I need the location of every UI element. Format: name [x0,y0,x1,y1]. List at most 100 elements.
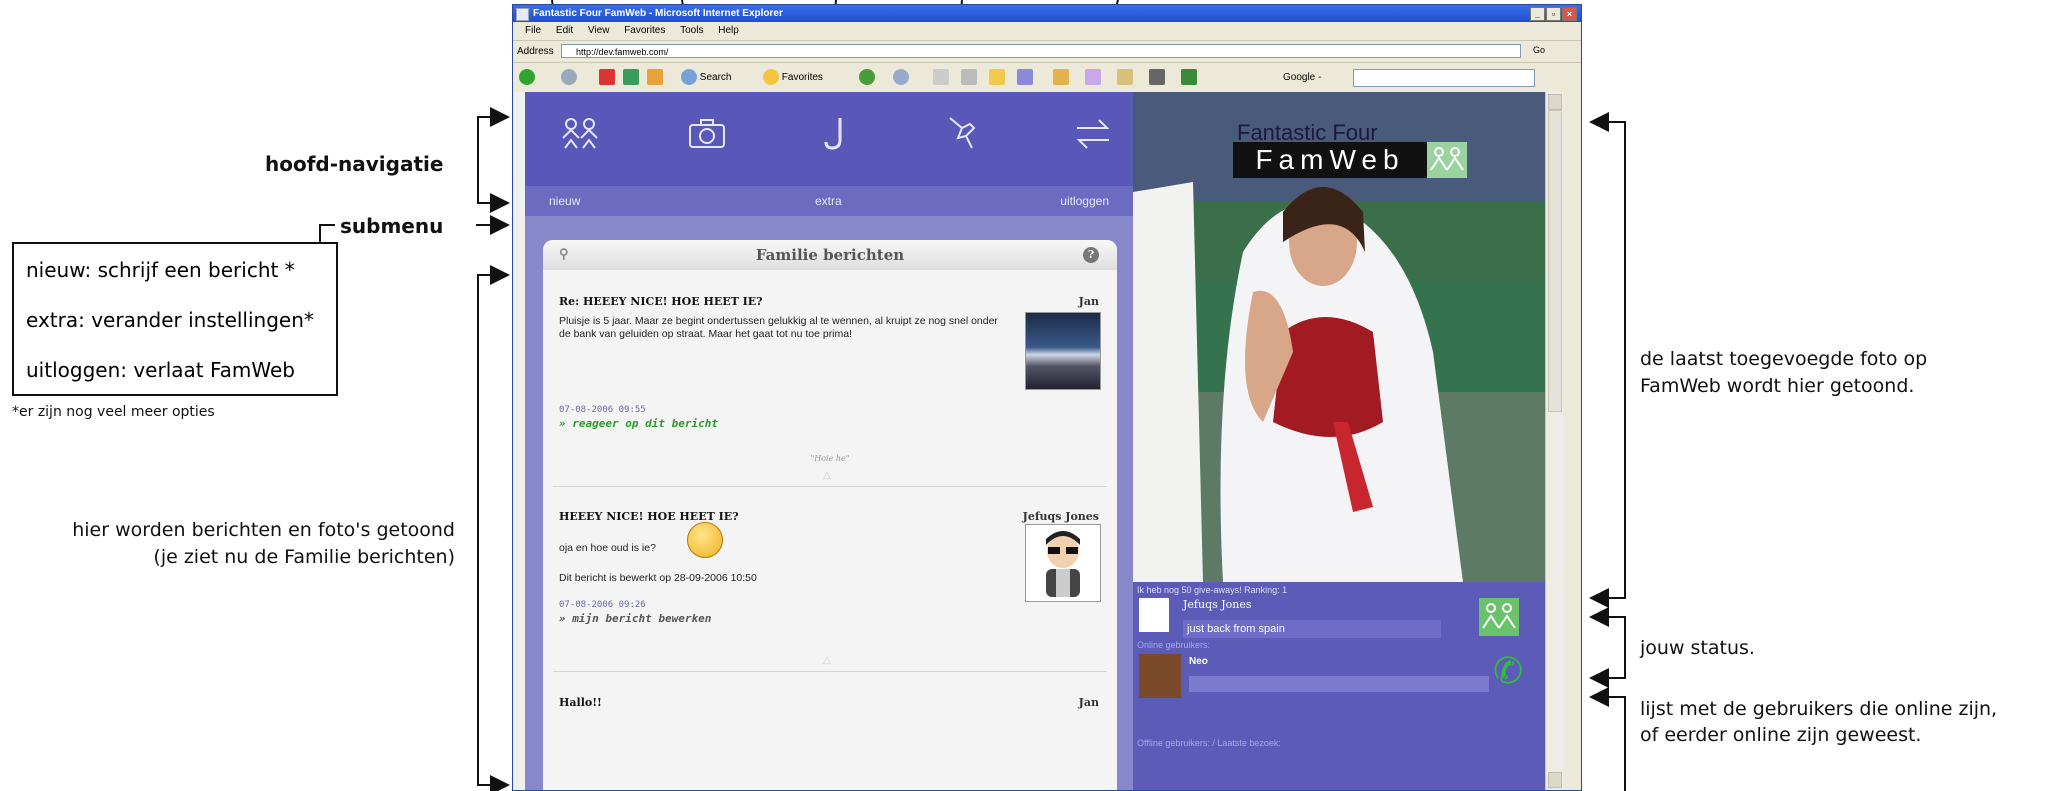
maximize-button[interactable]: ▫ [1546,7,1561,21]
tool-button-3[interactable] [1117,69,1133,87]
refresh-button[interactable] [623,69,639,87]
submenu-uitloggen[interactable]: uitloggen [1060,186,1109,216]
pin-icon[interactable] [941,112,985,156]
folder-button[interactable] [989,69,1005,87]
tool-icon [1181,69,1197,86]
message-body: oja en hoe oud is ie? [559,542,656,554]
online-user-status [1189,676,1489,692]
collapse-arrow-icon[interactable]: △ [823,655,831,666]
message-photo-thumbnail[interactable] [1025,312,1101,390]
tool-icon [1085,69,1101,86]
user-name: Jefuqs Jones [1183,598,1252,611]
online-user-name[interactable]: Neo [1189,656,1208,667]
forward-button[interactable] [561,69,577,87]
family-status-icon[interactable] [1479,598,1519,636]
tool-button-1[interactable] [1053,69,1069,87]
print-button[interactable] [933,69,949,87]
search-button[interactable]: Search [681,69,731,87]
tool-button-2[interactable] [1085,69,1101,87]
user-status-input[interactable]: just back from spain [1183,620,1441,638]
tool-icon [1149,69,1165,86]
folder-icon [989,69,1005,86]
scroll-down-button[interactable] [1548,772,1562,788]
offline-users-label: Offline gebruikers: / Laatste bezoek: [1137,738,1281,748]
family-icon[interactable] [559,112,603,156]
minimize-button[interactable]: _ [1530,7,1545,21]
back-button[interactable] [519,69,535,87]
message-author[interactable]: Jefuqs Jones [1023,510,1099,523]
user-avatar[interactable] [1139,598,1169,632]
page-scrollbar[interactable] [1545,92,1563,790]
main-nav-annotation: hoofd-navigatie [265,152,444,176]
home-button[interactable] [647,69,663,87]
message-author[interactable]: Jan [1079,696,1099,709]
swap-icon[interactable] [1071,112,1115,156]
address-label: Address [517,46,554,57]
print-icon [933,69,949,86]
back-icon [519,69,535,86]
status-area: Ik heb nog 50 give-aways! Ranking: 1 Jef… [1133,582,1545,790]
submenu-extra[interactable]: extra [815,186,842,216]
avatar[interactable] [1025,524,1101,602]
history-icon [859,69,875,86]
submenu-nieuw[interactable]: nieuw [549,186,580,216]
google-search-input[interactable] [1353,69,1535,87]
research-button[interactable] [1017,69,1033,87]
collapse-arrow-icon[interactable]: △ [823,470,831,481]
divider [553,486,1107,487]
help-icon[interactable]: ? [1083,247,1099,263]
stop-button[interactable] [599,69,615,87]
message-date: 07-08-2006 09:55 [559,405,646,415]
address-input[interactable]: http://dev.famweb.com/ [561,44,1521,58]
online-annotation-line2: of eerder online zijn geweest. [1640,724,1922,746]
photo-annotation-line1: de laatst toegevoegde foto op [1640,348,1928,370]
address-bar: Address http://dev.famweb.com/ Go [513,40,1581,63]
history-button[interactable] [859,69,875,87]
tool-button-5[interactable] [1181,69,1197,87]
search-icon [681,69,697,86]
menu-view[interactable]: View [588,25,610,36]
edit-button[interactable] [961,69,977,87]
menu-favorites[interactable]: Favorites [624,25,665,36]
latest-photo[interactable]: Fantastic Four FamWeb [1133,92,1545,582]
right-column: Fantastic Four FamWeb Ik heb nog 50 give… [1133,92,1545,790]
search-icon[interactable]: ⚲ [559,240,569,270]
legend-item-nieuw: nieuw: schrijf een bericht * [26,258,295,282]
menu-edit[interactable]: Edit [556,25,573,36]
logo-family-icon [1427,142,1467,178]
online-user-avatar[interactable] [1139,654,1181,698]
messages-panel: ⚲ Familie berichten ? Re: HEEEY NICE! HO… [543,240,1117,790]
reply-link[interactable]: » reageer op dit bericht [559,417,718,430]
camera-icon[interactable] [685,112,729,156]
message-author[interactable]: Jan [1079,295,1099,308]
legend-item-uitloggen: uitloggen: verlaat FamWeb [26,358,295,382]
content-annotation-line2: (je ziet nu de Familie berichten) [153,546,455,568]
panel-header: ⚲ Familie berichten ? [543,240,1117,270]
scroll-up-button[interactable] [1548,94,1562,110]
message-title: HEEEY NICE! HOE HEET IE? [559,510,739,523]
message-date: 07-08-2006 09:26 [559,600,646,610]
tool-button-4[interactable] [1149,69,1165,87]
menu-tools[interactable]: Tools [680,25,703,36]
submenu-bar: nieuw extra uitloggen [525,186,1133,216]
main-navigation [525,92,1133,186]
menu-help[interactable]: Help [718,25,739,36]
edit-message-link[interactable]: » mijn bericht bewerken [559,612,711,625]
note-icon[interactable] [815,112,859,156]
online-annotation-line1: lijst met de gebruikers die online zijn, [1640,698,1998,720]
favorites-button[interactable]: Favorites [763,69,823,87]
window-title: Fantastic Four FamWeb - Microsoft Intern… [533,8,783,19]
menu-file[interactable]: File [525,25,541,36]
legend-item-extra: extra: verander instellingen* [26,308,314,332]
go-button[interactable]: Go [1533,45,1545,55]
scroll-thumb[interactable] [1548,110,1562,412]
close-button[interactable]: × [1562,7,1577,21]
refresh-icon [623,69,639,86]
footnote: *er zijn nog veel meer opties [12,404,215,420]
menu-bar: File Edit View Favorites Tools Help [513,22,1581,40]
message-body: Pluisje is 5 jaar. Maar ze begint ondert… [559,315,998,340]
mail-button[interactable] [893,69,909,87]
message-title: Re: HEEEY NICE! HOE HEET IE? [559,295,763,308]
google-label: Google - [1283,72,1322,83]
phone-icon[interactable]: ✆ [1493,652,1533,692]
